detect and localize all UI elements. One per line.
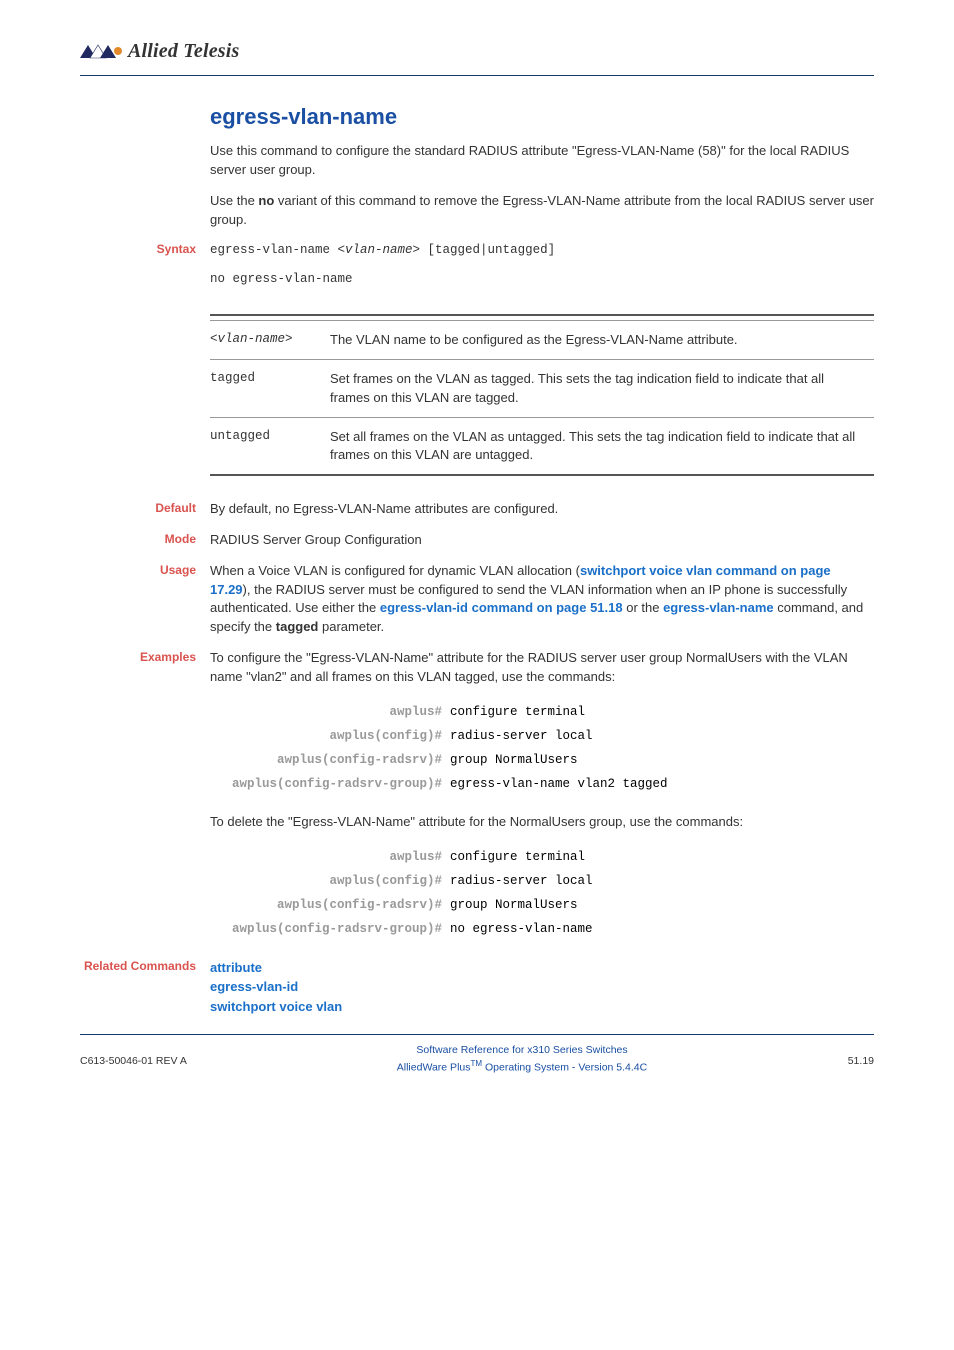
cli-row: awplus#configure terminal xyxy=(210,705,874,719)
examples-section: Examples To configure the "Egress-VLAN-N… xyxy=(210,649,874,687)
mode-body: RADIUS Server Group Configuration xyxy=(210,531,874,550)
cli-prompt: awplus(config)# xyxy=(210,729,450,743)
cli-row: awplus(config-radsrv)#group NormalUsers xyxy=(210,753,874,767)
cli-row: awplus(config-radsrv)#group NormalUsers xyxy=(210,898,874,912)
mode-label: Mode xyxy=(80,531,210,550)
mode-section: Mode RADIUS Server Group Configuration xyxy=(210,531,874,550)
example2-text: To delete the "Egress-VLAN-Name" attribu… xyxy=(210,813,874,832)
link-switchport-voice-vlan[interactable]: switchport voice vlan xyxy=(580,563,712,578)
cli-prompt: awplus(config)# xyxy=(210,874,450,888)
param-desc: Set all frames on the VLAN as untagged. … xyxy=(330,417,874,475)
syntax-line-2: no egress-vlan-name xyxy=(210,270,874,288)
related-link-switchport-voice-vlan[interactable]: switchport voice vlan xyxy=(210,997,874,1017)
link-page-5118[interactable]: command on page 51.18 xyxy=(468,600,623,615)
cli-cmd: group NormalUsers xyxy=(450,753,874,767)
usage-section: Usage When a Voice VLAN is configured fo… xyxy=(210,562,874,637)
param-desc: The VLAN name to be configured as the Eg… xyxy=(330,321,874,360)
brand-logo: Allied Telesis xyxy=(80,40,874,63)
cli-cmd: radius-server local xyxy=(450,729,874,743)
header-divider xyxy=(80,75,874,76)
syntax-line-1: egress-vlan-name <vlan-name> [tagged|unt… xyxy=(210,241,874,259)
brand-name: Allied Telesis xyxy=(128,40,240,63)
usage-label: Usage xyxy=(80,562,210,637)
footer-divider xyxy=(80,1034,874,1035)
param-desc: Set frames on the VLAN as tagged. This s… xyxy=(330,360,874,417)
param-name: <vlan-name> xyxy=(210,321,330,360)
related-link-egress-vlan-id[interactable]: egress-vlan-id xyxy=(210,977,874,997)
intro-paragraph-1: Use this command to configure the standa… xyxy=(210,142,874,180)
cli-prompt: awplus# xyxy=(210,850,450,864)
param-name: tagged xyxy=(210,360,330,417)
related-link-attribute[interactable]: attribute xyxy=(210,958,874,978)
cli-cmd: radius-server local xyxy=(450,874,874,888)
footer-center: Software Reference for x310 Series Switc… xyxy=(230,1043,814,1075)
related-list: attribute egress-vlan-id switchport voic… xyxy=(210,958,874,1017)
related-label: Related Commands xyxy=(80,958,210,1017)
cli-cmd: egress-vlan-name vlan2 tagged xyxy=(450,777,874,791)
cli-prompt: awplus# xyxy=(210,705,450,719)
table-row: <vlan-name> The VLAN name to be configur… xyxy=(210,321,874,360)
example1-text: To configure the "Egress-VLAN-Name" attr… xyxy=(210,649,874,687)
cli-row: awplus#configure terminal xyxy=(210,850,874,864)
parameter-table: <vlan-name> The VLAN name to be configur… xyxy=(210,314,874,476)
cli-row: awplus(config)#radius-server local xyxy=(210,874,874,888)
syntax-body: egress-vlan-name <vlan-name> [tagged|unt… xyxy=(210,241,874,297)
table-row: tagged Set frames on the VLAN as tagged.… xyxy=(210,360,874,417)
main-content: egress-vlan-name Use this command to con… xyxy=(210,104,874,1016)
syntax1a: egress-vlan-name < xyxy=(210,243,345,257)
command-title: egress-vlan-name xyxy=(210,104,874,130)
cli-block-2: awplus#configure terminal awplus(config)… xyxy=(210,850,874,936)
default-section: Default By default, no Egress-VLAN-Name … xyxy=(210,500,874,519)
examples-label: Examples xyxy=(80,649,210,687)
cli-cmd: configure terminal xyxy=(450,850,874,864)
footer-line1: Software Reference for x310 Series Switc… xyxy=(230,1043,814,1058)
brand-icon xyxy=(80,43,124,61)
param-name: untagged xyxy=(210,417,330,475)
page-footer: C613-50046-01 REV A Software Reference f… xyxy=(80,1043,874,1075)
default-label: Default xyxy=(80,500,210,519)
page-header: Allied Telesis xyxy=(80,40,874,76)
cli-cmd: configure terminal xyxy=(450,705,874,719)
syntax-section: Syntax egress-vlan-name <vlan-name> [tag… xyxy=(210,241,874,297)
related-section: Related Commands attribute egress-vlan-i… xyxy=(210,958,874,1017)
cli-cmd: no egress-vlan-name xyxy=(450,922,874,936)
intro2-post: variant of this command to remove the Eg… xyxy=(210,193,874,227)
syntax1c: > [tagged|untagged] xyxy=(413,243,556,257)
footer-line2: AlliedWare PlusTM Operating System - Ver… xyxy=(230,1058,814,1075)
cli-row: awplus(config-radsrv-group)#no egress-vl… xyxy=(210,922,874,936)
table-row: untagged Set all frames on the VLAN as u… xyxy=(210,417,874,475)
cli-cmd: group NormalUsers xyxy=(450,898,874,912)
cli-row: awplus(config-radsrv-group)#egress-vlan-… xyxy=(210,777,874,791)
default-body: By default, no Egress-VLAN-Name attribut… xyxy=(210,500,874,519)
syntax-label: Syntax xyxy=(80,241,210,297)
cli-row: awplus(config)#radius-server local xyxy=(210,729,874,743)
cli-prompt: awplus(config-radsrv)# xyxy=(210,898,450,912)
intro2-pre: Use the xyxy=(210,193,258,208)
cli-prompt: awplus(config-radsrv)# xyxy=(210,753,450,767)
intro-paragraph-2: Use the no variant of this command to re… xyxy=(210,192,874,230)
syntax1b: vlan-name xyxy=(345,243,413,257)
intro2-bold: no xyxy=(258,193,274,208)
cli-block-1: awplus#configure terminal awplus(config)… xyxy=(210,705,874,791)
footer-doc-id: C613-50046-01 REV A xyxy=(80,1043,230,1067)
page-number: 51.19 xyxy=(814,1043,874,1067)
cli-prompt: awplus(config-radsrv-group)# xyxy=(210,922,450,936)
cli-prompt: awplus(config-radsrv-group)# xyxy=(210,777,450,791)
usage-body: When a Voice VLAN is configured for dyna… xyxy=(210,562,874,637)
link-egress-vlan-name[interactable]: egress-vlan-name xyxy=(663,600,774,615)
link-egress-vlan-id[interactable]: egress-vlan-id xyxy=(380,600,468,615)
